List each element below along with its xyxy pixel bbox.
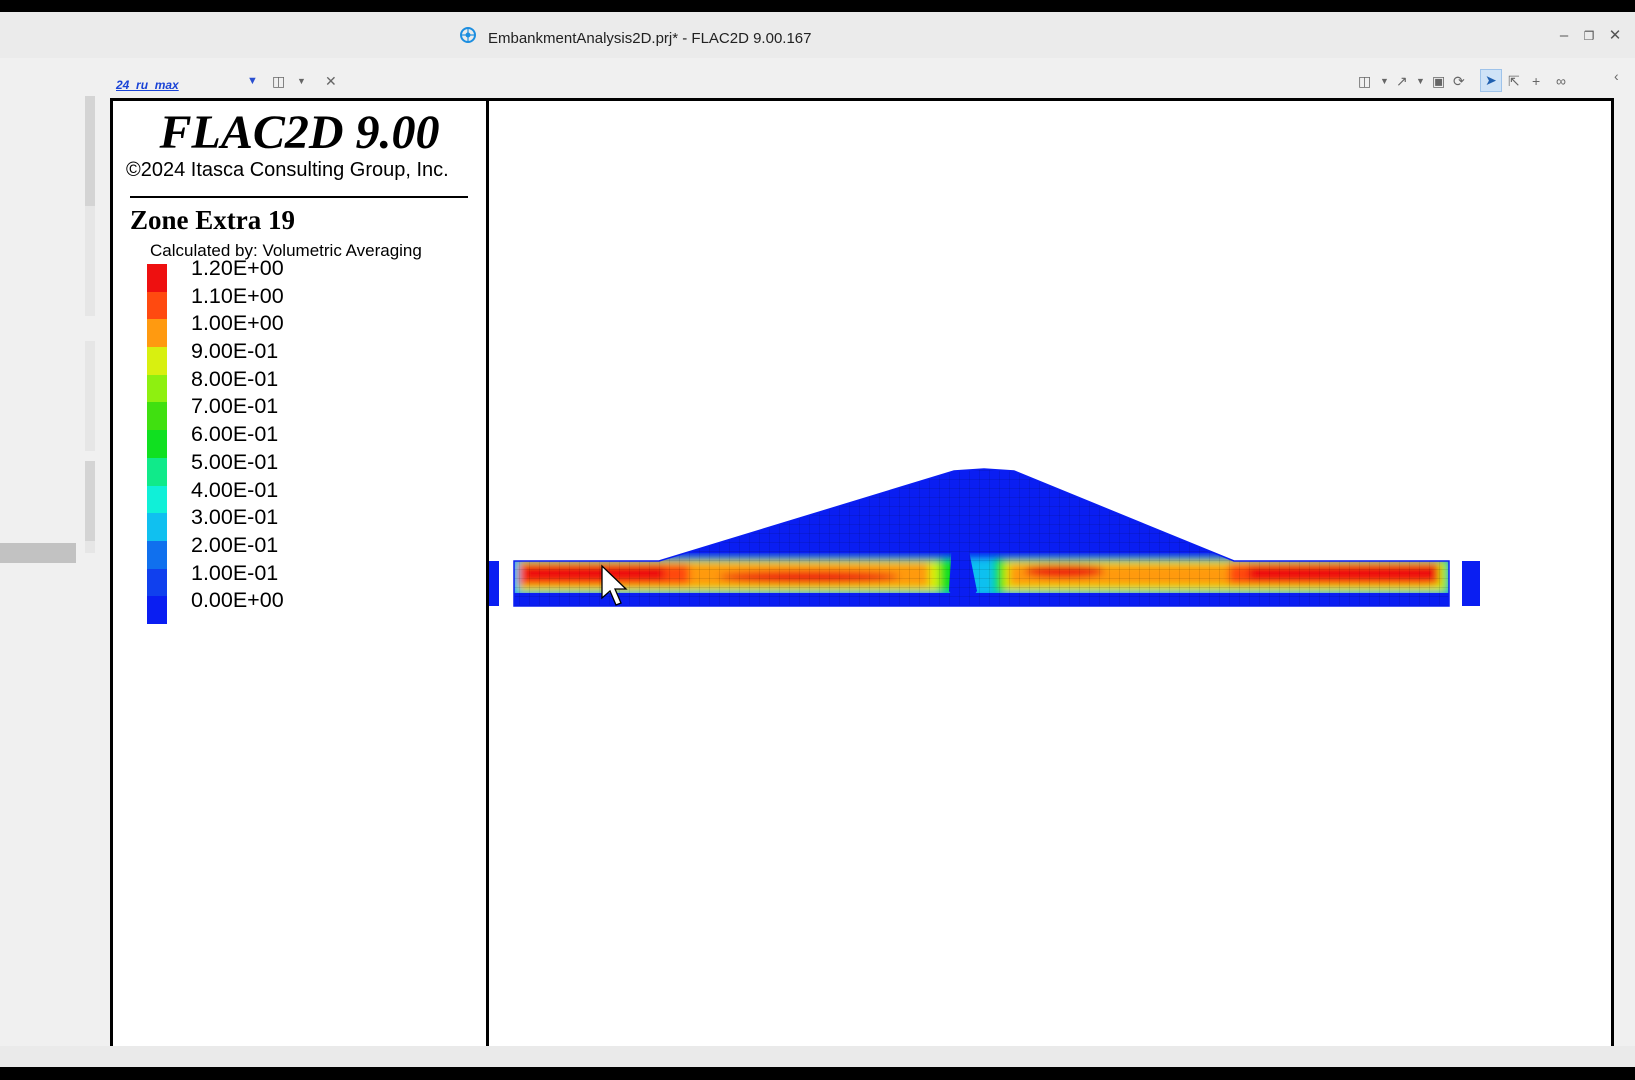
minimize-icon[interactable]: – [1552,24,1576,48]
close-icon[interactable]: ✕ [1603,24,1627,48]
color-scale-label: 1.00E+00 [191,311,284,336]
color-scale-label: 1.20E+00 [191,256,284,280]
color-scale-swatch [147,374,167,403]
color-scale-label: 7.00E-01 [191,394,279,419]
embankment-contour-plot[interactable] [489,101,1611,1047]
legend-divider [130,196,468,198]
right-boundary-block [1462,561,1480,606]
color-scale-swatch [147,485,167,514]
split-view-icon[interactable]: ◫ [272,73,285,90]
title-bar: EmbankmentAnalysis2D.prj* - FLAC2D 9.00.… [0,12,1635,58]
select-pointer-icon[interactable]: ➤ [1480,69,1502,92]
legend-title: Zone Extra 19 [130,205,295,235]
legend-panel: FLAC2D 9.00 ©2024 Itasca Consulting Grou… [113,101,489,1047]
plot-frame: FLAC2D 9.00 ©2024 Itasca Consulting Grou… [110,98,1614,1050]
camera-icon[interactable]: ▣ [1432,73,1445,90]
color-scale-swatch [147,347,167,375]
layout-dropdown-icon[interactable]: ▼ [1380,76,1389,86]
color-scale-labels: 1.20E+00 1.10E+00 1.00E+00 9.00E-01 8.00E-01… [191,255,284,615]
color-scale-label: 8.00E-01 [191,366,279,391]
color-scale-swatch [147,264,167,292]
zone-mesh [514,469,1449,606]
color-scale-label: 6.00E-01 [191,422,279,447]
color-scale-label: 9.00E-01 [191,339,279,364]
color-scale-swatch [147,568,167,597]
flac-application-window: EmbankmentAnalysis2D.prj* - FLAC2D 9.00.… [0,12,1635,1067]
color-scale-swatch [147,291,167,320]
left-boundary-block [489,561,499,606]
restore-icon[interactable]: ❐ [1577,24,1601,48]
dock-tab[interactable] [85,96,95,206]
color-scale-label: 1.10E+00 [191,283,284,308]
split-dropdown-icon[interactable]: ▼ [297,76,306,86]
model-view[interactable] [489,101,1611,1047]
collapse-left-icon[interactable]: ‹ [1614,68,1619,84]
color-scale-bar [147,264,167,624]
plot-name-selector[interactable]: 24_ru_max [116,78,179,92]
color-scale-label: 5.00E-01 [191,449,279,474]
export-dropdown-icon[interactable]: ▼ [1416,76,1425,86]
window-title: EmbankmentAnalysis2D.prj* - FLAC2D 9.00.… [488,30,812,47]
link-icon[interactable]: ∞ [1556,73,1566,89]
copyright-text: ©2024 Itasca Consulting Group, Inc. [126,159,449,181]
left-dock-gutter [0,96,108,1046]
flac-logo: FLAC2D 9.00 [159,106,440,159]
color-scale-label: 0.00E+00 [191,588,284,613]
close-icon[interactable]: ✕ [325,73,337,90]
plot-toolbar: 24_ru_max ▼ ◫ ▼ ✕ ◫ ▼ ↗ ▼ ▣ ⟳ ➤ ⇱ + ∞ ‹ [0,58,1635,96]
color-scale-swatch [147,430,167,458]
color-scale-label: 4.00E-01 [191,477,279,502]
color-scale-swatch [147,596,167,624]
dock-tab[interactable] [85,461,95,541]
color-scale-label: 1.00E-01 [191,560,279,585]
dock-tab[interactable] [85,541,95,553]
select-box-icon[interactable]: ⇱ [1508,73,1520,90]
status-strip [0,1046,1635,1067]
export-icon[interactable]: ↗ [1396,73,1408,90]
color-scale-swatch [147,402,167,431]
flac-app-icon [460,27,476,43]
color-scale-label: 2.00E-01 [191,532,279,557]
color-scale-swatch [147,513,167,541]
color-scale-swatch [147,457,167,486]
crosshair-icon[interactable]: + [1532,73,1540,89]
refresh-icon[interactable]: ⟳ [1453,73,1465,90]
dock-tab-selected[interactable] [0,543,76,563]
color-scale-swatch [147,540,167,569]
panel-layout-icon[interactable]: ◫ [1358,73,1371,90]
dropdown-arrow-icon[interactable]: ▼ [247,75,258,87]
dock-tab[interactable] [85,206,95,316]
dock-tab[interactable] [85,341,95,451]
color-scale-swatch [147,319,167,348]
color-scale-label: 3.00E-01 [191,505,279,530]
